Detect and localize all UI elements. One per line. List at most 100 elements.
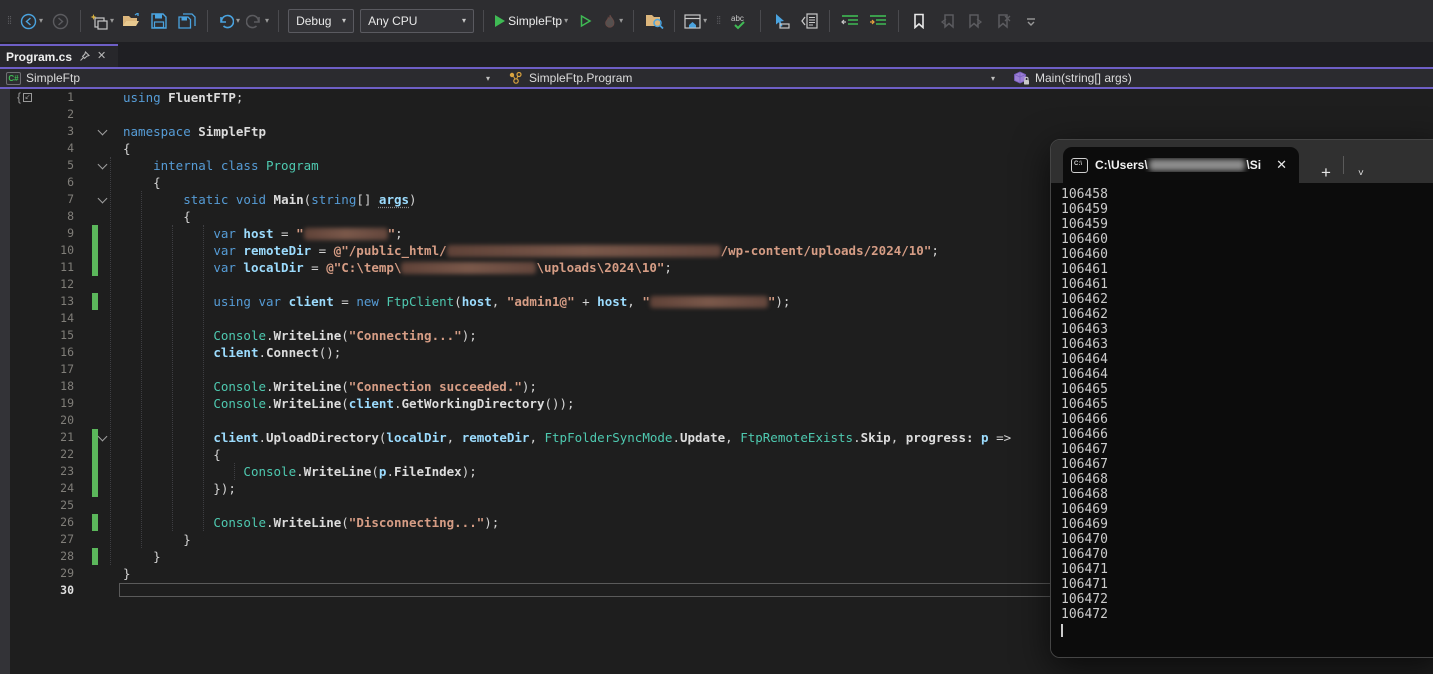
line-number[interactable]: 30 xyxy=(0,582,74,599)
line-number[interactable]: 14 xyxy=(0,310,74,327)
navigate-cursor-button[interactable] xyxy=(770,8,792,34)
line-number[interactable]: 16 xyxy=(0,344,74,361)
next-bookmark-button[interactable] xyxy=(964,8,986,34)
line-number[interactable]: 4 xyxy=(0,140,74,157)
start-without-debugging-button[interactable] xyxy=(574,8,596,34)
line-number[interactable]: 26 xyxy=(0,514,74,531)
line-number[interactable]: 11 xyxy=(0,259,74,276)
line-number[interactable]: 15 xyxy=(0,327,74,344)
collapse-region-icon[interactable] xyxy=(98,195,106,203)
run-target-chevron-icon[interactable]: ▾ xyxy=(564,17,568,25)
clear-bookmarks-button[interactable] xyxy=(992,8,1014,34)
close-tab-icon[interactable]: ✕ xyxy=(97,51,106,62)
project-dropdown-chevron-icon[interactable]: ▾ xyxy=(486,74,490,83)
line-number[interactable]: 19 xyxy=(0,395,74,412)
find-in-files-icon xyxy=(645,13,664,29)
line-number[interactable]: 2 xyxy=(0,106,74,123)
hot-reload-chevron-icon[interactable]: ▾ xyxy=(619,17,623,25)
code-text: namespace SimpleFtp xyxy=(123,123,266,140)
terminal-output-line: 106468 xyxy=(1061,472,1433,487)
pin-tab-icon[interactable] xyxy=(79,51,90,62)
redo-button[interactable]: ▾ xyxy=(246,8,269,34)
tab-program-cs[interactable]: Program.cs ✕ xyxy=(0,44,118,67)
line-number[interactable]: 5 xyxy=(0,157,74,174)
line-number[interactable]: 20 xyxy=(0,412,74,429)
terminal-tab[interactable]: C:\ C:\Users\\Si ✕ xyxy=(1063,147,1299,183)
type-dropdown[interactable]: SimpleFtp.Program xyxy=(502,69,638,87)
undo-button[interactable]: ▾ xyxy=(217,8,240,34)
toolbar-overflow-button[interactable] xyxy=(1020,8,1042,34)
start-debugging-button[interactable]: SimpleFtp ▾ xyxy=(493,8,568,34)
collapse-region-icon[interactable] xyxy=(98,161,106,169)
terminal-output[interactable]: 1064581064591064591064601064601064611064… xyxy=(1051,183,1433,657)
navigate-forward-button[interactable] xyxy=(49,8,71,34)
toggle-bookmark-button[interactable] xyxy=(908,8,930,34)
hot-reload-button[interactable]: ▾ xyxy=(602,8,624,34)
svg-text:abc: abc xyxy=(731,14,744,23)
redo-chevron-icon[interactable]: ▾ xyxy=(265,17,269,25)
configuration-chevron-icon: ▾ xyxy=(342,17,346,25)
back-dropdown-chevron-icon[interactable]: ▾ xyxy=(39,17,43,25)
terminal-output-line: 106464 xyxy=(1061,367,1433,382)
type-dropdown-chevron-icon[interactable]: ▾ xyxy=(991,74,995,83)
line-number[interactable]: 17 xyxy=(0,361,74,378)
line-number[interactable]: 24 xyxy=(0,480,74,497)
terminal-tab-close-icon[interactable]: ✕ xyxy=(1272,157,1291,173)
open-file-button[interactable] xyxy=(120,8,142,34)
terminal-profile-dropdown-icon[interactable]: ˅ xyxy=(1350,168,1372,179)
decrease-indent-button[interactable] xyxy=(839,8,861,34)
code-line[interactable]: 3 namespace SimpleFtp xyxy=(0,123,1433,140)
line-number[interactable]: 8 xyxy=(0,208,74,225)
new-item-chevron-icon[interactable]: ▾ xyxy=(110,17,114,25)
previous-bookmark-button[interactable] xyxy=(936,8,958,34)
spell-checker-button[interactable]: abc xyxy=(729,8,751,34)
toolbar-separator xyxy=(674,10,675,32)
line-number[interactable]: 10 xyxy=(0,242,74,259)
line-number[interactable]: 13 xyxy=(0,293,74,310)
project-dropdown[interactable]: C# SimpleFtp xyxy=(0,69,86,87)
line-number[interactable]: 6 xyxy=(0,174,74,191)
line-number[interactable]: 23 xyxy=(0,463,74,480)
increase-indent-button[interactable] xyxy=(867,8,889,34)
solution-platform-dropdown[interactable]: Any CPU ▾ xyxy=(360,9,474,33)
save-button[interactable] xyxy=(148,8,170,34)
window-layout-chevron-icon[interactable]: ▾ xyxy=(703,17,707,25)
line-number[interactable]: 28 xyxy=(0,548,74,565)
toolbar-drag-handle[interactable]: ⁞⁞ xyxy=(713,15,723,27)
line-number[interactable]: 22 xyxy=(0,446,74,463)
paste-lines-icon xyxy=(801,13,818,29)
line-number[interactable]: 27 xyxy=(0,531,74,548)
window-layout-button[interactable]: ▾ xyxy=(684,8,707,34)
change-tracking-bar xyxy=(92,225,98,242)
new-item-button[interactable]: ▾ xyxy=(90,8,114,34)
line-number[interactable]: 18 xyxy=(0,378,74,395)
new-terminal-tab-button[interactable]: + xyxy=(1315,163,1337,183)
code-text: Console.WriteLine(p.FileIndex); xyxy=(123,463,477,480)
solution-configuration-dropdown[interactable]: Debug ▾ xyxy=(288,9,354,33)
save-all-button[interactable] xyxy=(176,8,198,34)
terminal-window[interactable]: C:\ C:\Users\\Si ✕ + ˅ 10645810645910645… xyxy=(1050,139,1433,658)
decrease-indent-icon xyxy=(841,14,859,28)
code-line[interactable]: 2 xyxy=(0,106,1433,123)
paste-special-button[interactable] xyxy=(798,8,820,34)
code-text: Console.WriteLine("Connecting..."); xyxy=(123,327,477,344)
line-number[interactable]: 12 xyxy=(0,276,74,293)
find-in-files-button[interactable] xyxy=(643,8,665,34)
redacted-text xyxy=(401,262,536,274)
line-number[interactable]: 21 xyxy=(0,429,74,446)
navigate-back-button[interactable]: ▾ xyxy=(20,8,43,34)
undo-chevron-icon[interactable]: ▾ xyxy=(236,17,240,25)
collapse-region-icon[interactable] xyxy=(98,433,106,441)
collapse-region-icon[interactable] xyxy=(98,127,106,135)
line-number[interactable]: 7 xyxy=(0,191,74,208)
line-number[interactable]: 3 xyxy=(0,123,74,140)
line-number[interactable]: 9 xyxy=(0,225,74,242)
line-number[interactable]: 29 xyxy=(0,565,74,582)
code-line[interactable]: 1using FluentFTP; xyxy=(0,89,1433,106)
member-dropdown[interactable]: Main(string[] args) xyxy=(1007,69,1138,87)
line-number[interactable]: 1 xyxy=(0,89,74,106)
code-text: } xyxy=(123,531,191,548)
terminal-output-line: 106472 xyxy=(1061,607,1433,622)
line-number[interactable]: 25 xyxy=(0,497,74,514)
toolbar-drag-handle[interactable]: ⁞⁞ xyxy=(4,15,14,27)
